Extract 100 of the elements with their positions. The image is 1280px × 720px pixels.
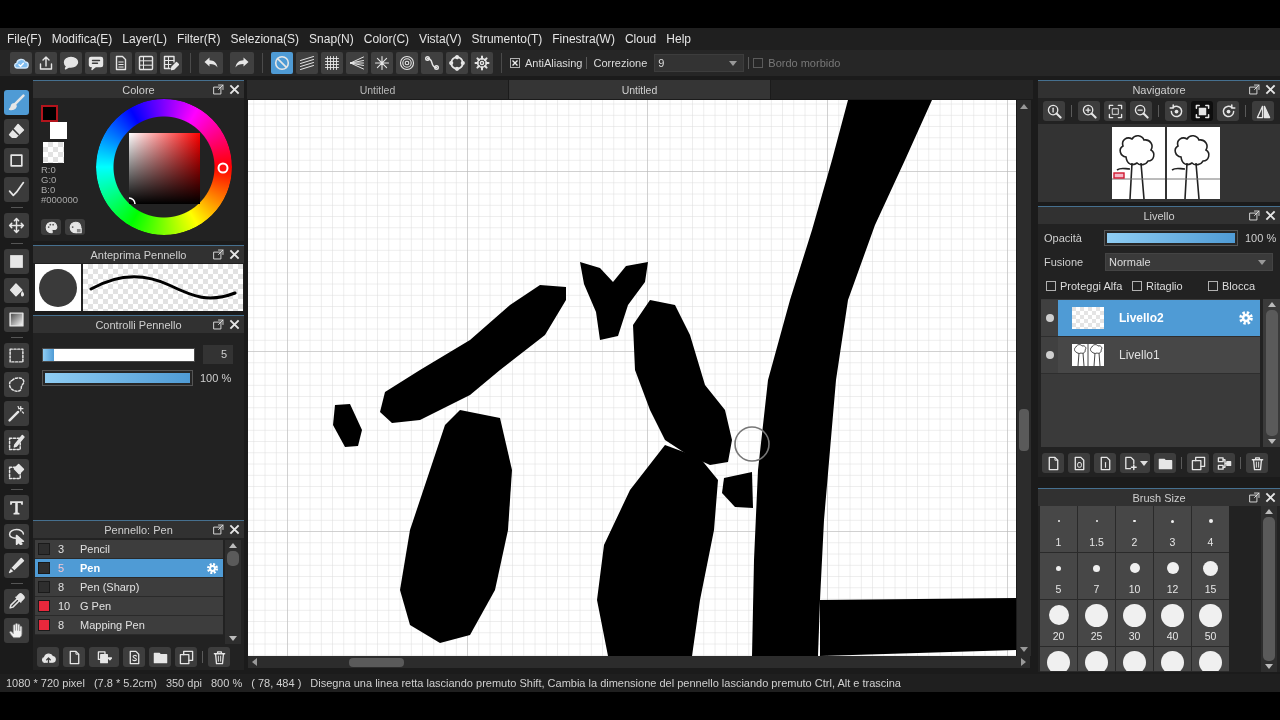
bucket-tool[interactable] <box>4 278 29 303</box>
blend-dropdown[interactable]: Normale <box>1105 253 1273 271</box>
scrollbar[interactable] <box>1261 506 1277 672</box>
delete-button[interactable] <box>1246 453 1268 473</box>
rotate-left-button[interactable] <box>1165 101 1187 121</box>
scroll-up-icon[interactable] <box>1020 104 1028 109</box>
size-slider[interactable] <box>42 347 195 362</box>
brush-size-button[interactable]: 3 <box>1154 506 1191 552</box>
blade-tool[interactable] <box>4 553 29 578</box>
select-pen-tool[interactable] <box>4 430 29 455</box>
table-button[interactable] <box>135 52 157 74</box>
color-swatch[interactable] <box>43 142 64 163</box>
copy-button[interactable] <box>89 647 119 667</box>
duplicate-button[interactable] <box>175 647 197 667</box>
menu-item[interactable]: Help <box>666 32 691 46</box>
brush-size-button[interactable]: 30 <box>1116 600 1153 646</box>
lasso-tool[interactable] <box>4 372 29 397</box>
new-layer-button[interactable] <box>1042 453 1064 473</box>
page-thumbnail[interactable] <box>1167 127 1220 199</box>
message-button[interactable] <box>85 52 107 74</box>
close-icon[interactable] <box>1265 492 1276 503</box>
popout-icon[interactable] <box>213 524 224 535</box>
scrollbar[interactable] <box>1263 299 1280 447</box>
brush-size-button[interactable]: 25 <box>1078 600 1115 646</box>
menu-item[interactable]: Cloud <box>624 32 657 46</box>
line-tool[interactable] <box>4 177 29 202</box>
menu-item[interactable]: Color(C) <box>363 32 410 46</box>
brush-size-button[interactable]: 7 <box>1078 553 1115 599</box>
square-tool[interactable] <box>4 148 29 173</box>
cloud-button[interactable] <box>10 52 32 74</box>
scroll-up-icon[interactable] <box>1265 509 1273 514</box>
drawing-canvas[interactable] <box>248 100 1016 656</box>
palette-button[interactable] <box>65 219 85 235</box>
menu-item[interactable]: Strumento(T) <box>471 32 543 46</box>
menu-item[interactable]: Modifica(E) <box>51 32 113 46</box>
hand-tool[interactable] <box>4 618 29 643</box>
add-layer-button[interactable] <box>1120 453 1150 473</box>
circle-snap-button[interactable] <box>446 52 468 74</box>
table-edit-button[interactable] <box>160 52 182 74</box>
snap-settings-button[interactable] <box>471 52 493 74</box>
eyedropper-tool[interactable] <box>4 589 29 614</box>
popout-icon[interactable] <box>213 84 224 95</box>
brush-size-button[interactable] <box>1192 647 1229 671</box>
popout-icon[interactable] <box>1249 84 1260 95</box>
brush-size-button[interactable]: 1.5 <box>1078 506 1115 552</box>
correction-dropdown[interactable]: 9 <box>654 54 745 72</box>
brush-size-button[interactable]: 1 <box>1040 506 1077 552</box>
brush-size-button[interactable]: 50 <box>1192 600 1229 646</box>
brush-size-button[interactable]: 12 <box>1154 553 1191 599</box>
scroll-up-icon[interactable] <box>1267 302 1276 307</box>
menu-item[interactable]: Seleziona(S) <box>230 32 300 46</box>
scroll-down-icon[interactable] <box>1020 647 1028 652</box>
saturation-square[interactable] <box>129 133 200 204</box>
scroll-thumb[interactable] <box>227 551 239 566</box>
undo-button[interactable] <box>199 52 223 74</box>
scrollbar[interactable] <box>225 540 241 644</box>
scroll-thumb[interactable] <box>1263 517 1275 661</box>
dot-icon[interactable] <box>1045 314 1054 322</box>
scroll-up-icon[interactable] <box>229 543 237 548</box>
new-layer-button[interactable] <box>1068 453 1090 473</box>
layer-row[interactable]: Livello1 <box>1041 337 1260 374</box>
brush-size-button[interactable]: 40 <box>1154 600 1191 646</box>
scroll-thumb[interactable] <box>1019 409 1029 451</box>
settings-icon[interactable] <box>1238 310 1254 326</box>
scroll-right-icon[interactable] <box>1021 658 1026 666</box>
upload-button[interactable] <box>35 52 57 74</box>
size-field[interactable]: 5 <box>203 345 233 364</box>
palette-button[interactable] <box>41 219 61 235</box>
scroll-thumb[interactable] <box>1265 310 1278 436</box>
checkbox[interactable] <box>1208 281 1218 291</box>
dot-icon[interactable] <box>1045 351 1054 359</box>
scroll-down-icon[interactable] <box>1267 439 1276 444</box>
brush-list-item[interactable]: 8 Mapping Pen <box>35 616 223 635</box>
scrollbar[interactable] <box>248 656 1030 668</box>
close-icon[interactable] <box>229 249 240 260</box>
settings-icon[interactable] <box>206 561 219 575</box>
close-icon[interactable] <box>229 524 240 535</box>
eraser-tool[interactable] <box>4 119 29 144</box>
document-tab[interactable]: Untitled <box>509 80 771 99</box>
scrollbar[interactable] <box>1017 100 1031 656</box>
close-icon[interactable] <box>1265 210 1276 221</box>
curve-snap-button[interactable] <box>421 52 443 74</box>
menu-item[interactable]: Vista(V) <box>419 32 462 46</box>
speech-bubble-button[interactable] <box>60 52 82 74</box>
brush-list-item[interactable]: 10 G Pen <box>35 597 223 616</box>
scroll-down-icon[interactable] <box>229 636 237 641</box>
page-thumbnail[interactable] <box>1112 127 1165 199</box>
zoom-out-button[interactable] <box>1130 101 1152 121</box>
duplicate-button[interactable] <box>1187 453 1209 473</box>
viewport-marker[interactable] <box>1113 172 1125 179</box>
scroll-down-icon[interactable] <box>1265 664 1273 669</box>
brush-size-button[interactable] <box>1040 647 1077 671</box>
menu-item[interactable]: Finestra(W) <box>552 32 615 46</box>
brush-list-item[interactable]: 8 Pen (Sharp) <box>35 578 223 597</box>
merge-button[interactable] <box>1213 453 1235 473</box>
parallel-snap-button[interactable] <box>296 52 318 74</box>
frame-button[interactable] <box>1191 101 1213 121</box>
document-tab[interactable]: Untitled <box>247 80 509 99</box>
scroll-thumb[interactable] <box>349 657 404 667</box>
select-eraser-tool[interactable] <box>4 459 29 484</box>
